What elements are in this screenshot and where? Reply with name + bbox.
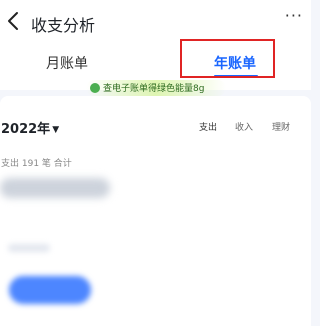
back-arrow-icon[interactable] xyxy=(4,10,24,32)
segment-expense[interactable]: 支出 xyxy=(199,120,217,133)
green-energy-icon xyxy=(90,83,100,93)
blurred-amount xyxy=(0,178,110,198)
promo-text: 查电子账单得绿色能量8g xyxy=(103,84,205,94)
segment-income[interactable]: 收入 xyxy=(235,120,253,133)
more-options-icon[interactable]: ··· xyxy=(285,6,303,25)
expense-summary: 支出 191 笔 合计 xyxy=(1,159,72,169)
page-title: 收支分析 xyxy=(31,16,96,35)
blurred-label xyxy=(8,244,50,252)
highlight-box xyxy=(180,39,275,78)
year-selector[interactable]: 2022年 ▼ xyxy=(1,118,59,137)
tab-monthly-bill[interactable]: 月账单 xyxy=(46,53,88,73)
caret-down-icon: ▼ xyxy=(52,124,60,135)
analysis-panel: 2022年 ▼ 支出 收入 理财 支出 191 笔 合计 xyxy=(0,96,311,326)
blurred-action-button[interactable] xyxy=(9,276,91,304)
promo-banner[interactable]: 查电子账单得绿色能量8g xyxy=(86,80,226,96)
segment-investment[interactable]: 理财 xyxy=(272,120,290,133)
year-label: 2022年 xyxy=(1,122,51,137)
